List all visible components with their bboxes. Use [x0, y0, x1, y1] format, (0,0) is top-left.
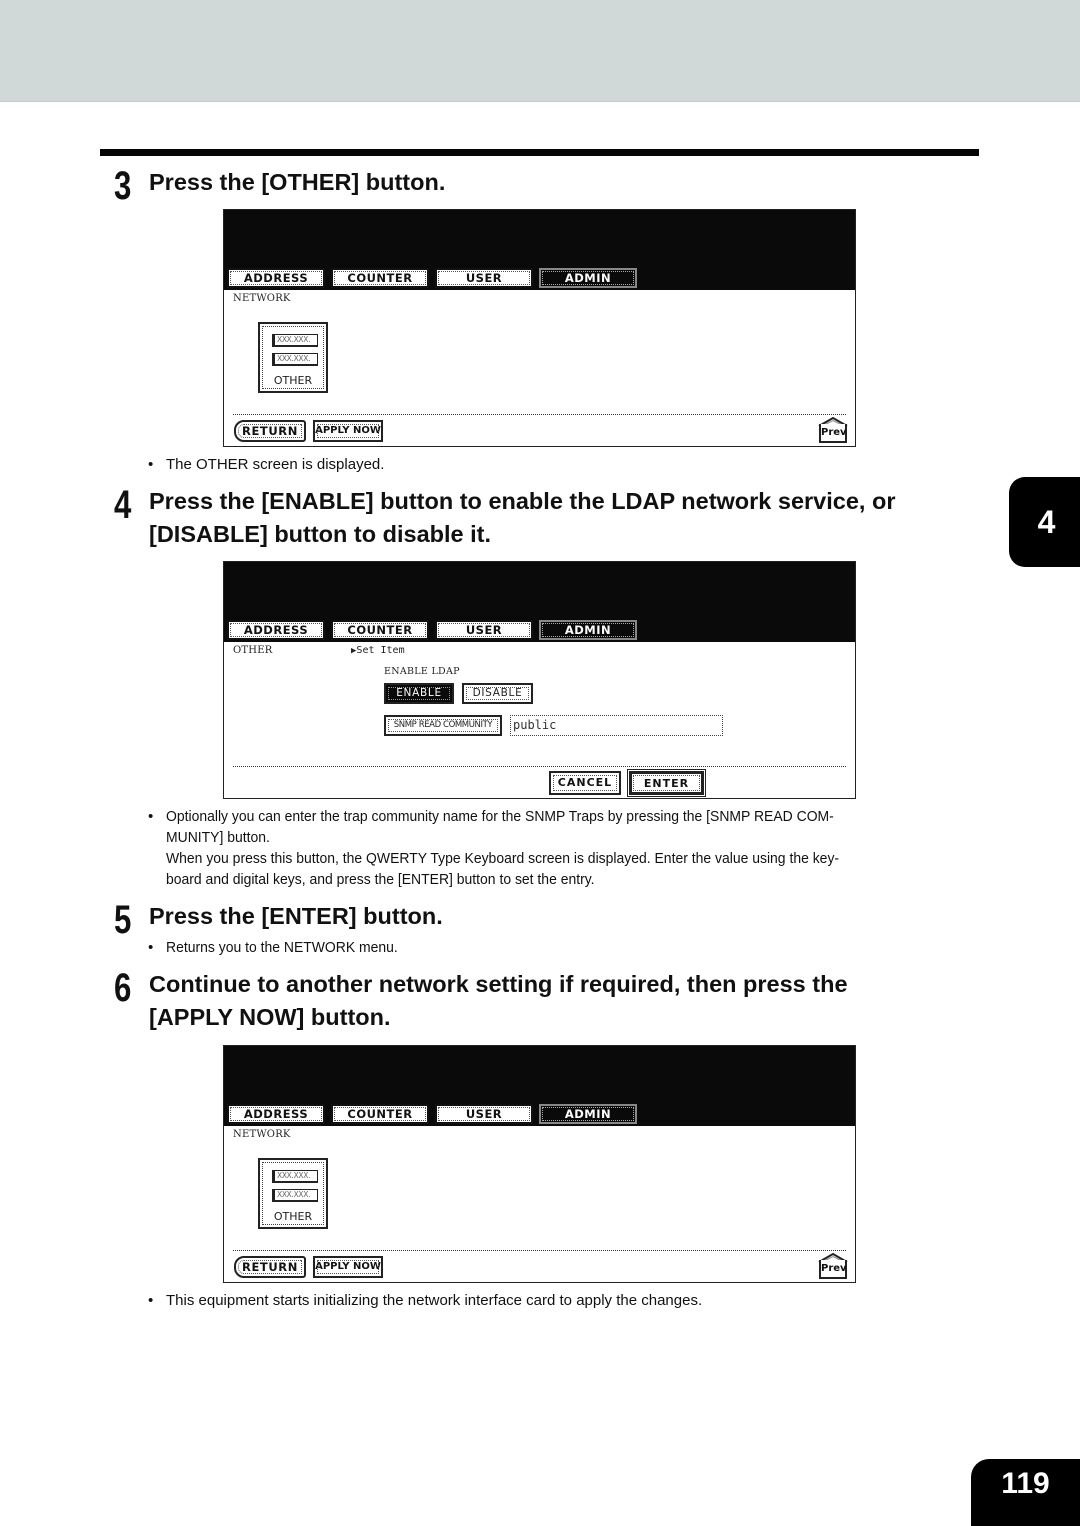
network-screen-capture-2: ADDRESS COUNTER USER ADMIN NETWORK XXX.X… — [223, 1045, 856, 1283]
prev-button[interactable]: Prev — [818, 417, 848, 444]
step-number: 3 — [114, 164, 132, 208]
page-number: 119 — [971, 1459, 1080, 1526]
divider — [233, 414, 846, 415]
apply-now-button[interactable]: APPLY NOW — [313, 420, 383, 442]
screen-label: NETWORK — [233, 293, 291, 304]
tab-bar: ADDRESS COUNTER USER ADMIN — [227, 268, 637, 290]
tab-admin[interactable]: ADMIN — [539, 1104, 637, 1124]
enter-button[interactable]: ENTER — [629, 771, 704, 795]
tab-address[interactable]: ADDRESS — [227, 620, 325, 640]
cancel-button[interactable]: CANCEL — [549, 771, 621, 795]
screen-label: NETWORK — [233, 1129, 291, 1140]
tab-bar: ADDRESS COUNTER USER ADMIN — [227, 620, 637, 642]
disable-button[interactable]: DISABLE — [462, 683, 533, 704]
tab-bar: ADDRESS COUNTER USER ADMIN — [227, 1104, 637, 1126]
other-button-label: OTHER — [273, 374, 313, 387]
chapter-tab: 4 — [1009, 477, 1080, 567]
screen-label: OTHER — [233, 645, 273, 656]
header-band — [0, 0, 1080, 102]
panel-body: OTHER ▶Set Item ENABLE LDAP ENABLE DISAB… — [224, 642, 855, 798]
network-screen-capture-1: ADDRESS COUNTER USER ADMIN NETWORK XXX.X… — [223, 209, 856, 447]
tab-address[interactable]: ADDRESS — [227, 1104, 325, 1124]
tab-counter[interactable]: COUNTER — [331, 268, 429, 288]
prev-label: Prev — [819, 424, 847, 443]
prev-button[interactable]: Prev — [818, 1253, 848, 1280]
step-number: 4 — [114, 483, 132, 527]
step-title-line-2: [DISABLE] button to disable it. — [149, 521, 492, 547]
ip-field-icon: XXX.XXX. — [272, 334, 318, 347]
step-number: 6 — [114, 966, 132, 1010]
step-title-line-2: [APPLY NOW] button. — [149, 1004, 391, 1030]
other-button[interactable]: XXX.XXX. XXX.XXX. OTHER — [258, 1158, 328, 1229]
step-title: Press the [ENTER] button. — [149, 903, 443, 929]
ip-field-icon: XXX.XXX. — [272, 1189, 318, 1202]
return-button[interactable]: RETURN — [234, 420, 306, 442]
other-button[interactable]: XXX.XXX. XXX.XXX. OTHER — [258, 322, 328, 393]
tab-admin[interactable]: ADMIN — [539, 620, 637, 640]
panel-body: NETWORK XXX.XXX. XXX.XXX. OTHER RETURN A… — [224, 1126, 855, 1282]
snmp-community-field[interactable]: public — [510, 715, 723, 736]
step-title-line-1: Press the [ENABLE] button to enable the … — [149, 488, 896, 514]
tab-counter[interactable]: COUNTER — [331, 620, 429, 640]
other-button-label: OTHER — [273, 1210, 313, 1223]
return-button[interactable]: RETURN — [234, 1256, 306, 1278]
step-number: 5 — [114, 898, 132, 942]
ip-field-icon: XXX.XXX. — [272, 1170, 318, 1183]
tab-admin[interactable]: ADMIN — [539, 268, 637, 288]
step-title-line-1: Continue to another network setting if r… — [149, 971, 848, 997]
tab-user[interactable]: USER — [435, 268, 533, 288]
step-title: Press the [OTHER] button. — [149, 169, 446, 195]
enable-button[interactable]: ENABLE — [384, 683, 454, 704]
divider — [233, 766, 846, 767]
divider — [233, 1250, 846, 1251]
apply-now-button[interactable]: APPLY NOW — [313, 1256, 383, 1278]
other-screen-capture: ADDRESS COUNTER USER ADMIN OTHER ▶Set It… — [223, 561, 856, 799]
ip-field-icon: XXX.XXX. — [272, 353, 318, 366]
tab-counter[interactable]: COUNTER — [331, 1104, 429, 1124]
enable-ldap-heading: ENABLE LDAP — [384, 666, 460, 677]
prev-label: Prev — [819, 1260, 847, 1279]
tab-address[interactable]: ADDRESS — [227, 268, 325, 288]
panel-body: NETWORK XXX.XXX. XXX.XXX. OTHER RETURN A… — [224, 290, 855, 446]
snmp-read-community-button[interactable]: SNMP READ COMMUNITY — [384, 715, 502, 736]
tab-user[interactable]: USER — [435, 1104, 533, 1124]
set-item-label: ▶Set Item — [351, 645, 405, 656]
section-rule — [100, 149, 979, 156]
tab-user[interactable]: USER — [435, 620, 533, 640]
